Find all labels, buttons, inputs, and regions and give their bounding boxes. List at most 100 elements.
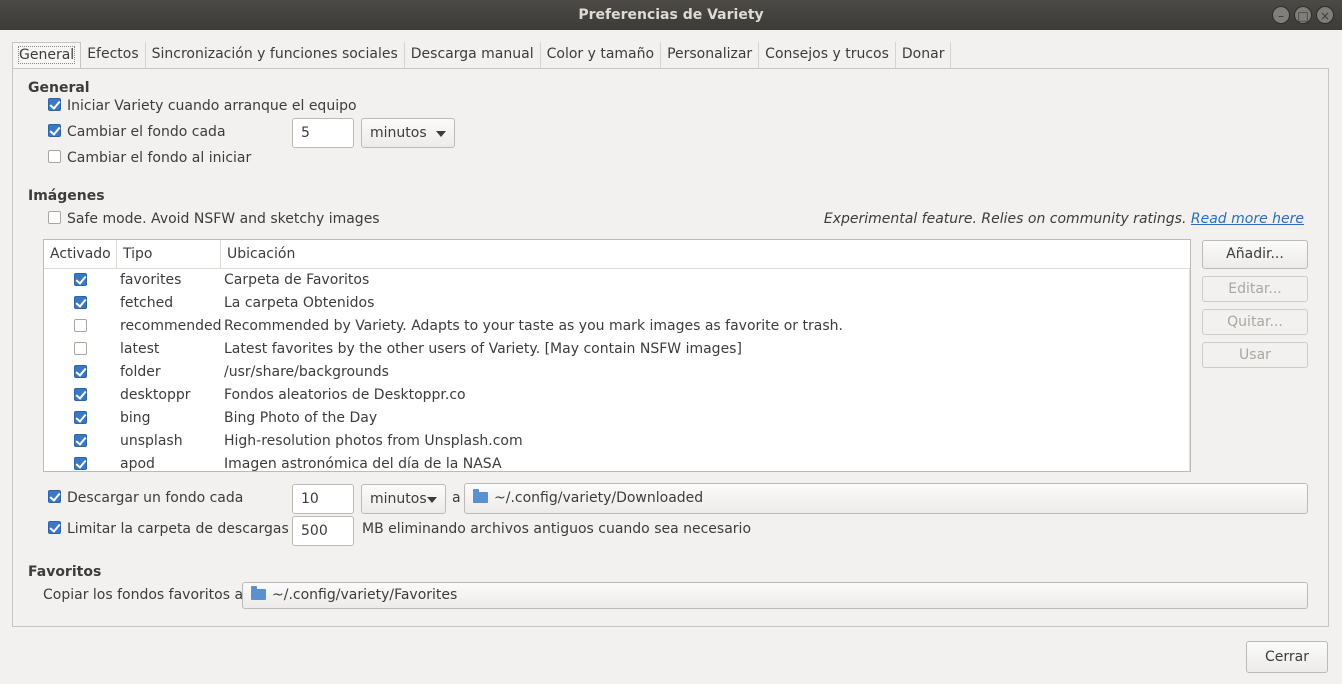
favorites-heading: Favoritos [28,564,102,580]
row-type: latest [120,341,160,357]
row-location: Recommended by Variety. Adapts to your t… [224,318,843,334]
row-type: unsplash [120,433,183,449]
row-type: recommended [120,318,222,334]
tab-sincronizacion[interactable]: Sincronización y funciones sociales [146,42,405,69]
experimental-note: Experimental feature. Relies on communit… [823,211,1187,227]
change-every-checkbox[interactable] [48,124,61,137]
change-on-start-row[interactable]: Cambiar el fondo al iniciar [48,150,251,166]
row-enabled-checkbox[interactable] [74,319,87,332]
table-row[interactable]: recommended Recommended by Variety. Adap… [44,315,1190,338]
chevron-down-icon [427,497,437,503]
row-location: Fondos aleatorios de Desktoppr.co [224,387,466,403]
window-title: Preferencias de Variety [578,7,764,23]
download-every-label: Descargar un fondo cada [67,490,244,506]
row-type: desktoppr [120,387,191,403]
tab-donar[interactable]: Donar [896,42,952,69]
table-row[interactable]: fetched La carpeta Obtenidos [44,292,1190,315]
tab-general[interactable]: General [12,42,82,69]
images-heading: Imágenes [28,188,105,204]
row-enabled-checkbox[interactable] [74,411,87,424]
row-enabled-checkbox[interactable] [74,365,87,378]
change-interval-input[interactable]: 5 [292,118,354,148]
experimental-note-row: Experimental feature. Relies on communit… [824,211,1304,227]
add-source-button[interactable]: Añadir... [1202,240,1308,269]
column-header-activado[interactable]: Activado [50,246,111,262]
safe-mode-checkbox[interactable] [48,211,61,224]
row-enabled-checkbox[interactable] [74,457,87,470]
general-heading: General [28,80,90,96]
change-every-row[interactable]: Cambiar el fondo cada [48,124,226,140]
column-header-ubicacion[interactable]: Ubicación [227,246,295,262]
row-location: High-resolution photos from Unsplash.com [224,433,523,449]
table-row[interactable]: bing Bing Photo of the Day [44,407,1190,430]
close-button[interactable]: Cerrar [1246,641,1328,673]
table-row[interactable]: apod Imagen astronómica del día de la NA… [44,453,1190,472]
limit-folder-checkbox[interactable] [48,521,61,534]
start-on-boot-row[interactable]: Iniciar Variety cuando arranque el equip… [48,98,357,114]
safe-mode-row[interactable]: Safe mode. Avoid NSFW and sketchy images [48,211,380,227]
sources-table: Activado Tipo Ubicación favorites Carpet… [43,239,1191,472]
table-row[interactable]: latest Latest favorites by the other use… [44,338,1190,361]
download-unit-select[interactable]: minutos [361,484,446,514]
limit-folder-row[interactable]: Limitar la carpeta de descargas a [48,521,302,537]
row-location: La carpeta Obtenidos [224,295,375,311]
remove-source-button[interactable]: Quitar... [1202,309,1308,335]
start-on-boot-checkbox[interactable] [48,98,61,111]
download-folder-chooser[interactable]: ~/.config/variety/Downloaded [464,483,1308,514]
table-row[interactable]: favorites Carpeta de Favoritos [44,269,1190,292]
row-enabled-checkbox[interactable] [74,273,87,286]
row-type: apod [120,456,155,472]
folder-icon [473,489,488,503]
download-every-checkbox[interactable] [48,490,61,503]
change-every-label: Cambiar el fondo cada [67,124,226,140]
chevron-down-icon [436,131,446,137]
change-unit-select[interactable]: minutos [361,118,455,148]
table-row[interactable]: folder /usr/share/backgrounds [44,361,1190,384]
download-to-label: a [452,490,461,506]
download-every-row[interactable]: Descargar un fondo cada [48,490,243,506]
download-unit-value: minutos [370,491,427,507]
limit-size-suffix: MB eliminando archivos antiguos cuando s… [362,521,752,537]
row-enabled-checkbox[interactable] [74,434,87,447]
maximize-icon[interactable]: □ [1294,6,1312,24]
row-location: Carpeta de Favoritos [224,272,370,288]
tab-personalizar[interactable]: Personalizar [661,42,760,69]
use-source-button[interactable]: Usar [1202,342,1308,368]
row-enabled-checkbox[interactable] [74,388,87,401]
row-enabled-checkbox[interactable] [74,342,87,355]
row-location: Latest favorites by the other users of V… [224,341,742,357]
change-on-start-label: Cambiar el fondo al iniciar [67,150,252,166]
table-scrollbar[interactable] [1189,269,1190,471]
row-location: Bing Photo of the Day [224,410,378,426]
start-on-boot-label: Iniciar Variety cuando arranque el equip… [67,98,357,114]
tab-descarga-manual[interactable]: Descarga manual [405,42,541,69]
minimize-icon[interactable]: – [1272,6,1290,24]
favorites-folder-path: ~/.config/variety/Favorites [272,587,458,603]
change-unit-value: minutos [370,125,427,141]
read-more-link[interactable]: Read more here [1191,211,1304,227]
table-row[interactable]: desktoppr Fondos aleatorios de Desktoppr… [44,384,1190,407]
close-icon[interactable]: × [1316,6,1334,24]
tab-consejos[interactable]: Consejos y trucos [759,42,896,69]
column-header-tipo[interactable]: Tipo [123,246,152,262]
tab-bar: General Efectos Sincronización y funcion… [12,42,952,69]
row-type: bing [120,410,151,426]
window-titlebar: Preferencias de Variety – □ × [0,0,1342,30]
row-enabled-checkbox[interactable] [74,296,87,309]
limit-size-input[interactable]: 500 [292,516,354,546]
row-location: Imagen astronómica del día de la NASA [224,456,502,472]
copy-favorites-label: Copiar los fondos favoritos a [43,587,244,603]
favorites-folder-chooser[interactable]: ~/.config/variety/Favorites [242,582,1308,609]
edit-source-button[interactable]: Editar... [1202,276,1308,302]
folder-icon [251,586,266,600]
download-folder-path: ~/.config/variety/Downloaded [494,490,704,506]
download-interval-input[interactable]: 10 [292,484,354,514]
row-type: fetched [120,295,174,311]
row-type: favorites [120,272,182,288]
change-on-start-checkbox[interactable] [48,150,61,163]
table-row[interactable]: unsplash High-resolution photos from Uns… [44,430,1190,453]
limit-folder-label: Limitar la carpeta de descargas a [67,521,302,537]
table-header: Activado Tipo Ubicación [44,240,1190,269]
tab-color-tamano[interactable]: Color y tamaño [541,42,662,69]
tab-efectos[interactable]: Efectos [81,42,146,69]
